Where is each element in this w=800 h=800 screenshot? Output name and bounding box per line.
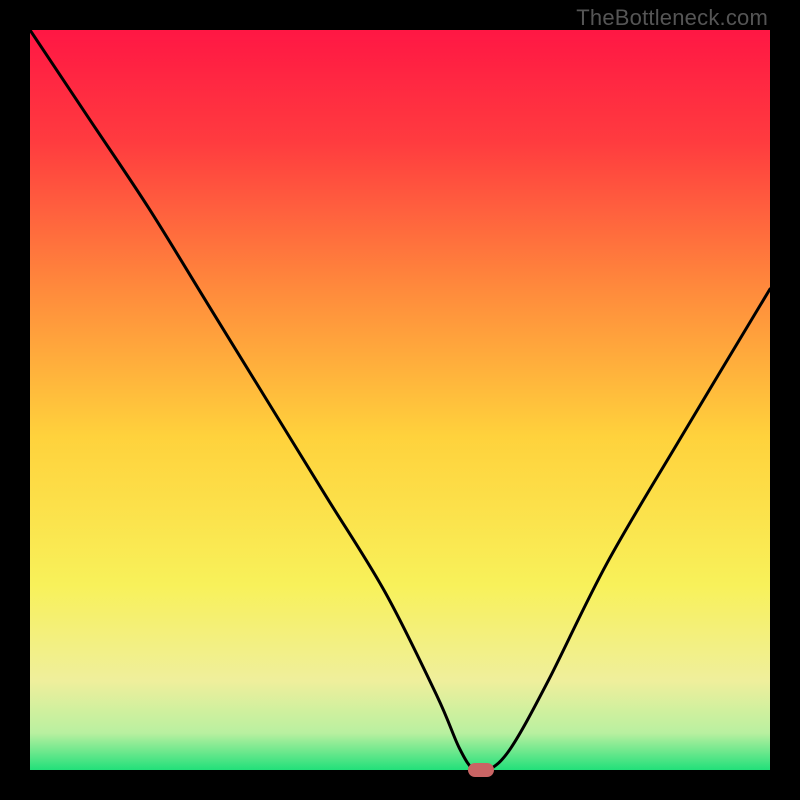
- chart-plot-area: [30, 30, 770, 770]
- bottleneck-curve: [30, 30, 770, 770]
- watermark-text: TheBottleneck.com: [576, 5, 768, 31]
- chart-frame: [30, 30, 770, 770]
- chart-svg: [30, 30, 770, 770]
- optimal-point-marker: [468, 763, 494, 777]
- chart-background: [30, 30, 770, 770]
